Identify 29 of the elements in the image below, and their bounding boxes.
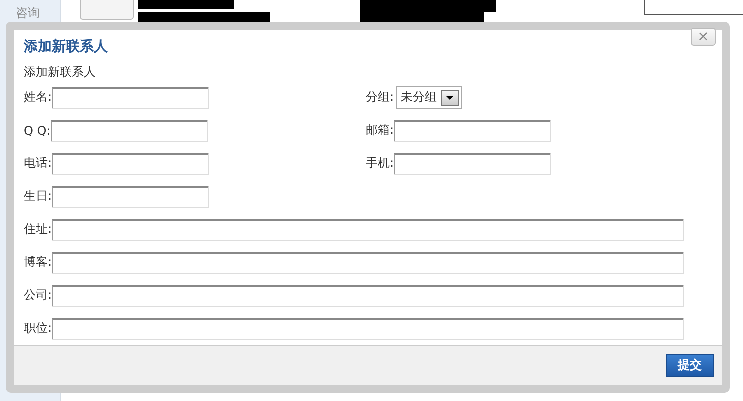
form-heading: 添加新联系人 xyxy=(23,64,97,80)
text-field[interactable] xyxy=(394,152,552,174)
field-label: 分组: xyxy=(366,89,394,106)
text-field[interactable] xyxy=(52,186,210,208)
field-label: 手机: xyxy=(366,155,394,172)
text-field[interactable] xyxy=(52,152,210,174)
text-field[interactable] xyxy=(50,120,208,142)
sidebar-label: 咨询 xyxy=(16,5,40,22)
field-label: 姓名: xyxy=(24,89,52,106)
text-field[interactable] xyxy=(52,86,210,108)
text-field[interactable] xyxy=(52,284,684,306)
caret-icon xyxy=(441,90,460,106)
text-field[interactable] xyxy=(52,252,684,274)
field-label: 博客: xyxy=(24,254,52,271)
field-label: 职位: xyxy=(24,320,52,337)
field-label: 邮箱: xyxy=(366,122,394,139)
submit-button[interactable]: 提交 xyxy=(666,354,714,377)
dialog-title: 添加新联系人 xyxy=(24,38,108,56)
text-field[interactable] xyxy=(52,318,684,340)
text-field[interactable] xyxy=(644,0,743,15)
field-label: 公司: xyxy=(24,287,52,304)
close-button[interactable]: × xyxy=(691,28,716,46)
field-label: Q Q: xyxy=(24,124,51,138)
group-dropdown[interactable]: 未分组 xyxy=(396,86,462,109)
text-field[interactable] xyxy=(52,218,684,240)
text-field[interactable] xyxy=(394,120,552,142)
field-label: 住址: xyxy=(24,221,52,238)
field-label: 生日: xyxy=(24,188,52,205)
field-label: 电话: xyxy=(24,155,52,172)
